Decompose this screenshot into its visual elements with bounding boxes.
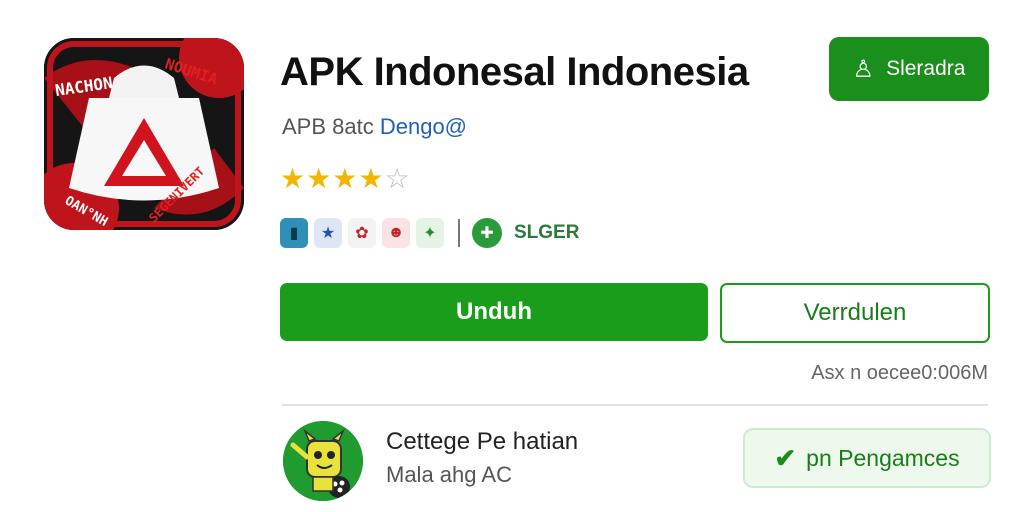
developer-subtitle: Mala ahg AC xyxy=(386,462,512,487)
star-empty-icon: ☆ xyxy=(384,163,411,194)
section-divider xyxy=(282,404,988,406)
app-subtitle: APB 8atc Dengo@ xyxy=(282,114,467,140)
subtitle-prefix: APB 8atc xyxy=(282,114,374,139)
flower-icon: ✿ xyxy=(348,218,376,248)
badge-row: ▮ ★ ✿ ☻ ✦ ✚ SLGER xyxy=(280,216,579,250)
character-icon: ☻ xyxy=(382,218,410,248)
size-info: Asx n oecee0:006M xyxy=(811,362,988,384)
star-icon: ★ xyxy=(280,163,307,194)
check-icon: ✔ xyxy=(774,442,797,473)
rating-stars: ★★★★☆ xyxy=(280,164,411,194)
badge-separator xyxy=(458,219,460,247)
star-icon: ★ xyxy=(332,163,359,194)
security-button-label: pn Pengamces xyxy=(806,444,960,471)
secondary-action-button[interactable]: Verrdulen xyxy=(720,283,990,343)
developer-name[interactable]: Cettege Pe hatian xyxy=(386,428,578,456)
developer-link[interactable]: Dengo@ xyxy=(380,114,467,139)
tablet-icon: ▮ xyxy=(280,218,308,248)
app-icon: NACHON NOUMIA OAN°NH SEGENIVERT xyxy=(44,38,244,230)
header-action-button[interactable]: ♙ Sleradra xyxy=(829,37,989,101)
app-title: APK Indonesal Indonesia xyxy=(280,50,749,94)
star-person-icon: ★ xyxy=(314,218,342,248)
header-action-label: Sleradra xyxy=(886,57,966,80)
download-button[interactable]: Unduh xyxy=(280,283,708,341)
leaf-icon: ✦ xyxy=(416,218,444,248)
developer-avatar xyxy=(283,421,363,501)
person-icon: ♙ xyxy=(852,55,875,83)
star-icon: ★ xyxy=(306,163,333,194)
security-button[interactable]: ✔ pn Pengamces xyxy=(743,428,991,488)
age-rating-label: SLGER xyxy=(514,222,580,243)
gamepad-icon: ✚ xyxy=(472,218,502,248)
star-icon: ★ xyxy=(358,163,385,194)
